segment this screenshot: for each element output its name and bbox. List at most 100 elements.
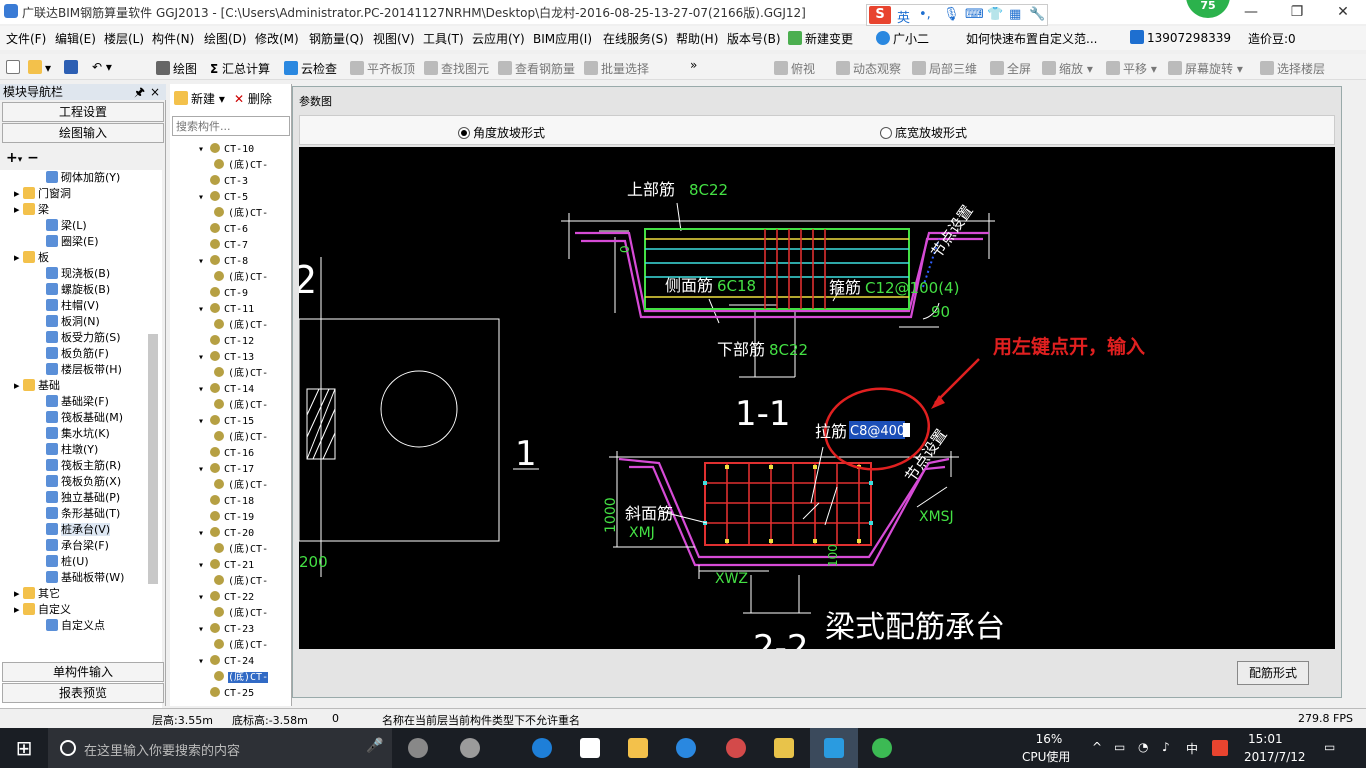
clock-date[interactable]: 2017/7/12 xyxy=(1244,750,1306,764)
component-search-input[interactable] xyxy=(172,116,290,136)
component-row[interactable]: ▾ CT-20 xyxy=(198,526,254,542)
dyn-view-button[interactable]: 动态观察 xyxy=(836,60,901,77)
component-row[interactable]: ▾ CT-13 xyxy=(198,350,254,366)
toolbar-more-icon[interactable]: » xyxy=(690,58,697,72)
new-change-button[interactable]: 新建变更 xyxy=(788,30,853,47)
collapse-arrow-icon[interactable]: ▾ xyxy=(198,304,210,315)
component-row[interactable]: (底)CT- xyxy=(214,478,268,494)
select-floor-button[interactable]: 选择楼层 xyxy=(1260,60,1325,77)
top-view-button[interactable]: 俯视 xyxy=(774,60,815,77)
notepad-icon[interactable] xyxy=(760,728,808,768)
menu-floor[interactable]: 楼层(L) xyxy=(104,30,144,47)
collapse-arrow-icon[interactable]: ▾ xyxy=(198,560,210,571)
param-canvas[interactable]: 上部筋 8C22 节点设置 侧面筋 6C18 箍筋 C12@100(4) 90 … xyxy=(299,147,1335,649)
minimize-icon[interactable]: — xyxy=(1228,0,1274,24)
width-slope-radio[interactable]: 底宽放坡形式 xyxy=(880,124,967,141)
tree-item[interactable]: 基础梁(F) xyxy=(46,394,109,410)
tree-item[interactable]: 楼层板带(H) xyxy=(46,362,122,378)
ime-indicator[interactable]: 中 xyxy=(1186,740,1198,757)
stirrup-value[interactable]: C12@100(4) xyxy=(865,279,959,297)
collapse-arrow-icon[interactable]: ▾ xyxy=(198,592,210,603)
component-row[interactable]: (底)CT- xyxy=(214,542,268,558)
component-row[interactable]: ▾ CT-8 xyxy=(198,254,248,270)
side-bar-value[interactable]: 6C18 xyxy=(717,277,756,295)
menu-modify[interactable]: 修改(M) xyxy=(255,30,299,47)
account-button[interactable]: 13907298339 xyxy=(1130,30,1231,45)
tree-item[interactable]: 板洞(N) xyxy=(46,314,100,330)
collapse-arrow-icon[interactable]: ▾ xyxy=(198,192,210,203)
network-icon[interactable]: ▭ xyxy=(1114,740,1125,754)
save-icon[interactable] xyxy=(64,60,81,75)
flat-top-button[interactable]: 平齐板顶 xyxy=(350,60,415,77)
expand-arrow-icon[interactable]: ▸ xyxy=(14,187,23,200)
component-row[interactable]: (底)CT- xyxy=(214,638,268,654)
collapse-arrow-icon[interactable]: ▾ xyxy=(198,352,210,363)
expand-all-icon[interactable]: +▾ − xyxy=(6,150,39,166)
component-row[interactable]: (底)CT- xyxy=(214,430,268,446)
cloud-check-button[interactable]: 云检查 xyxy=(284,60,337,77)
component-row[interactable]: CT-16 xyxy=(210,446,254,462)
component-row[interactable]: (底)CT- xyxy=(214,670,269,686)
component-row[interactable]: CT-3 xyxy=(210,174,248,190)
tree-folder[interactable]: ▸ 梁 xyxy=(14,202,49,218)
report-preview-button[interactable]: 报表预览 xyxy=(2,683,164,703)
delete-component-button[interactable]: ✕ 删除 xyxy=(234,90,272,107)
restore-icon[interactable]: ❐ xyxy=(1274,0,1320,24)
collapse-arrow-icon[interactable]: ▾ xyxy=(198,256,210,267)
component-row[interactable]: ▾ CT-24 xyxy=(198,654,254,670)
glodon-app-icon[interactable] xyxy=(662,728,710,768)
view-steel-button[interactable]: 查看钢筋量 xyxy=(498,60,575,77)
expand-arrow-icon[interactable]: ▸ xyxy=(14,587,23,600)
price-label[interactable]: 造价豆:0 xyxy=(1248,30,1296,47)
tree-item[interactable]: 柱帽(V) xyxy=(46,298,99,314)
xmj-value[interactable]: XMJ xyxy=(629,525,655,541)
component-row[interactable]: ▾ CT-10 xyxy=(198,142,254,158)
component-row[interactable]: CT-12 xyxy=(210,334,254,350)
height-dim[interactable]: 1000 xyxy=(603,497,619,533)
hint-link[interactable]: 如何快速布置自定义范... xyxy=(966,30,1097,47)
tree-folder[interactable]: ▸ 自定义 xyxy=(14,602,71,618)
component-row[interactable]: (底)CT- xyxy=(214,318,268,334)
expand-arrow-icon[interactable]: ▸ xyxy=(14,603,23,616)
collapse-arrow-icon[interactable]: ▾ xyxy=(198,624,210,635)
local3d-button[interactable]: 局部三维 xyxy=(912,60,977,77)
ime-lang[interactable]: 英 xyxy=(897,7,910,26)
menu-version[interactable]: 版本号(B) xyxy=(727,30,781,47)
green-app-icon[interactable] xyxy=(858,728,906,768)
node-settings-label-1[interactable]: 节点设置 xyxy=(928,202,977,261)
tree-scrollbar[interactable] xyxy=(148,334,158,584)
component-row[interactable]: (底)CT- xyxy=(214,270,268,286)
component-row[interactable]: ▾ CT-5 xyxy=(198,190,248,206)
batch-select-button[interactable]: 批量选择 xyxy=(584,60,649,77)
notifications-icon[interactable]: ▭ xyxy=(1324,740,1335,754)
ime-toolbar[interactable]: S 英 •, 🎙 ⌨ 👕 ▦ 🔧 xyxy=(866,4,1048,26)
find-button[interactable]: 查找图元 xyxy=(424,60,489,77)
component-row[interactable]: CT-25 xyxy=(210,686,254,702)
tree-folder[interactable]: ▸ 其它 xyxy=(14,586,60,602)
app-swirl-icon[interactable] xyxy=(446,728,494,768)
tree-item[interactable]: 基础板带(W) xyxy=(46,570,124,586)
d100-dim[interactable]: 100 xyxy=(826,544,840,567)
edge-icon[interactable] xyxy=(518,728,566,768)
tree-item[interactable]: 承台梁(F) xyxy=(46,538,109,554)
component-row[interactable]: CT-7 xyxy=(210,238,248,254)
new-component-button[interactable]: 新建 ▾ xyxy=(174,90,225,107)
pan-button[interactable]: 平移 ▾ xyxy=(1106,60,1157,77)
taskbar-search[interactable]: 在这里输入你要搜索的内容 🎤 xyxy=(48,728,392,768)
sogou-tray-icon[interactable] xyxy=(1212,740,1228,756)
component-row[interactable]: ▾ CT-11 xyxy=(198,302,254,318)
component-row[interactable]: (底)CT- xyxy=(214,206,268,222)
tie-bar-value-input[interactable]: C8@400 xyxy=(850,424,905,439)
menu-component[interactable]: 构件(N) xyxy=(152,30,194,47)
xwz-value[interactable]: XWZ xyxy=(715,571,748,587)
tree-item[interactable]: 板受力筋(S) xyxy=(46,330,121,346)
draw-button[interactable]: 绘图 xyxy=(156,60,197,77)
collapse-arrow-icon[interactable]: ▾ xyxy=(198,656,210,667)
clock-time[interactable]: 15:01 xyxy=(1248,732,1283,746)
tree-item[interactable]: 现浇板(B) xyxy=(46,266,110,282)
menu-online[interactable]: 在线服务(S) xyxy=(603,30,668,47)
collapse-arrow-icon[interactable]: ▾ xyxy=(198,464,210,475)
component-row[interactable]: ▾ CT-22 xyxy=(198,590,254,606)
component-row[interactable]: ▾ CT-17 xyxy=(198,462,254,478)
sum-calc-button[interactable]: Σ 汇总计算 xyxy=(210,60,270,77)
